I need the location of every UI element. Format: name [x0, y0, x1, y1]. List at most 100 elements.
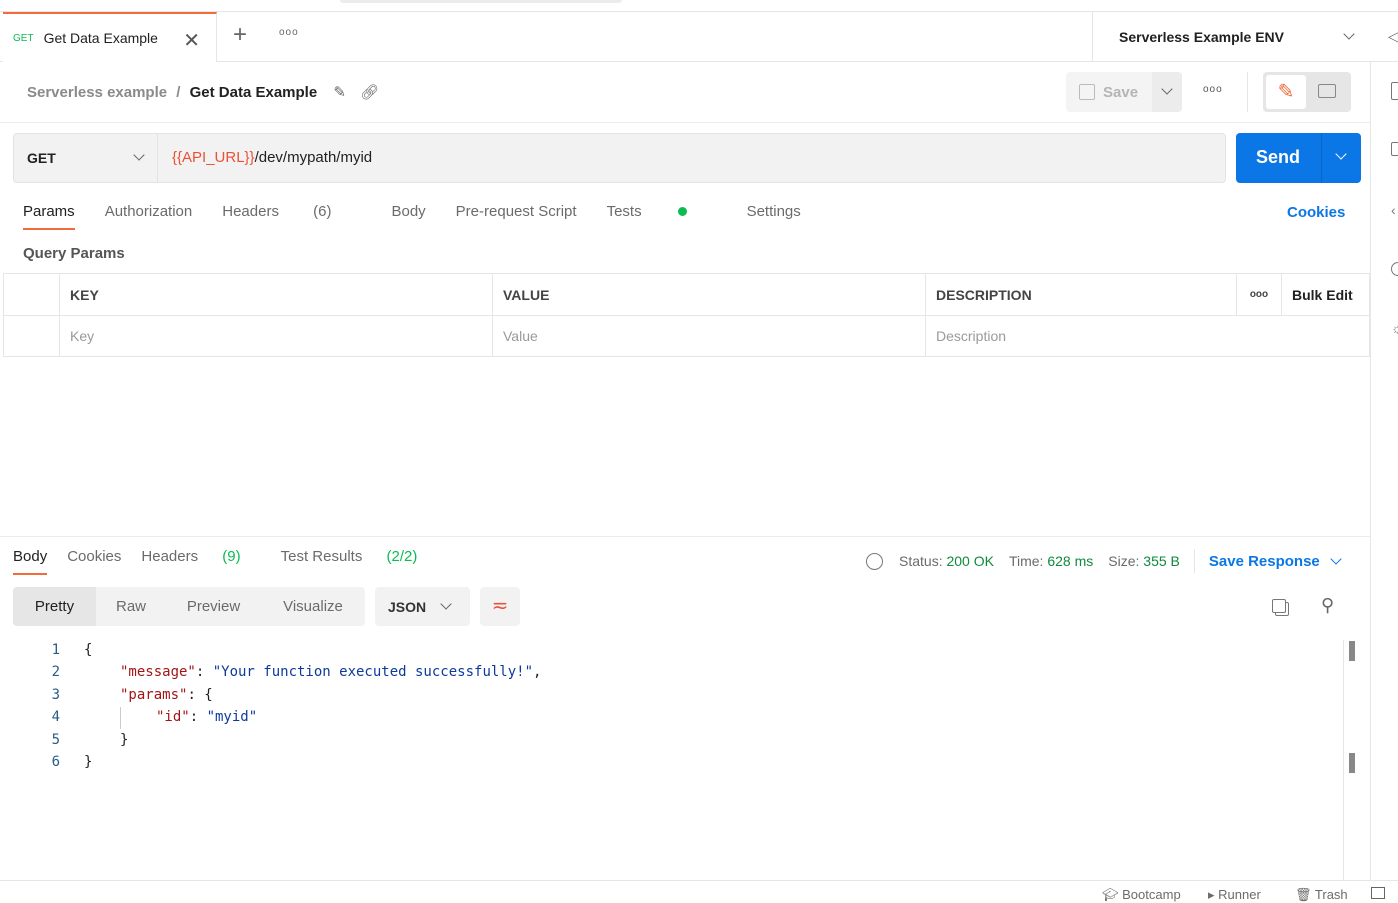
breadcrumb: Serverless example / Get Data Example ✎ …	[27, 83, 379, 101]
json-punct: : {	[187, 686, 213, 703]
response-tabs: Body Cookies Headers (9) Test Results (2…	[13, 548, 457, 575]
column-value: VALUE	[492, 273, 926, 316]
count: (2/2)	[386, 548, 418, 565]
chevron-down-icon	[440, 598, 452, 610]
tab-params[interactable]: Params	[23, 203, 75, 230]
row-checkbox	[3, 315, 60, 357]
scroll-track	[1343, 640, 1344, 880]
time-label: Time:	[1008, 553, 1044, 569]
tab-test-results[interactable]: Test Results (2/2)	[281, 548, 438, 575]
comment-mode-icon[interactable]	[1318, 84, 1336, 98]
tab-response-headers[interactable]: Headers (9)	[141, 548, 260, 575]
tab-response-cookies[interactable]: Cookies	[67, 548, 121, 575]
method-value: GET	[27, 150, 56, 166]
save-button[interactable]: Save	[1103, 84, 1138, 101]
breadcrumb-collection[interactable]: Serverless example	[27, 84, 167, 101]
time-value[interactable]: 628 ms	[1047, 553, 1093, 569]
tab-body[interactable]: Body	[391, 203, 425, 230]
line-number: 2	[51, 664, 60, 681]
json-string: "Your function executed successfully!"	[212, 664, 534, 681]
view-mode-selector: Pretty Raw Preview Visualize	[13, 587, 365, 626]
environment-selector[interactable]: Serverless Example ENV	[1092, 12, 1370, 62]
link-icon[interactable]: 🔗︎	[360, 84, 379, 101]
more-options-icon[interactable]: ooo	[1203, 84, 1223, 95]
url-variable: {{API_URL}}	[172, 149, 255, 166]
bootcamp-button[interactable]: 🎓︎ Bootcamp	[1102, 887, 1181, 903]
copy-icon[interactable]	[1272, 599, 1286, 613]
view-preview[interactable]: Preview	[166, 587, 261, 626]
two-pane-icon[interactable]	[1371, 887, 1385, 899]
documentation-icon[interactable]	[1391, 82, 1398, 100]
breadcrumb-separator: /	[176, 84, 181, 101]
edit-mode-pencil-icon[interactable]: ✎	[1266, 75, 1306, 109]
size-value[interactable]: 355 B	[1143, 553, 1180, 569]
comments-icon[interactable]	[1391, 142, 1398, 156]
bulk-edit-button[interactable]: Bulk Edit	[1281, 273, 1370, 316]
key-input[interactable]: Key	[59, 315, 493, 357]
json-punct: {	[84, 642, 93, 658]
right-sidebar: ‹ ☼	[1370, 62, 1398, 880]
column-description: DESCRIPTION	[925, 273, 1237, 316]
bulb-icon[interactable]: ☼	[1391, 320, 1398, 336]
tab-prerequest-script[interactable]: Pre-request Script	[456, 203, 577, 230]
status-label: Status:	[899, 553, 943, 569]
table-header-row: KEY VALUE DESCRIPTION ooo Bulk Edit	[3, 273, 1370, 316]
send-button[interactable]: Send	[1256, 147, 1300, 168]
tab-authorization[interactable]: Authorization	[105, 203, 193, 230]
url-input[interactable]: {{API_URL}}/dev/mypath/myid	[172, 149, 372, 166]
view-visualize[interactable]: Visualize	[261, 587, 365, 626]
close-icon[interactable]: ✕	[183, 28, 200, 53]
view-pretty[interactable]: Pretty	[13, 587, 96, 626]
description-input[interactable]: Description	[925, 315, 1370, 357]
tab-bar: GET Get Data Example ✕ + ooo Serverless …	[0, 11, 1398, 62]
breadcrumb-request: Get Data Example	[189, 84, 318, 101]
line-number: 6	[51, 754, 60, 770]
code-line: "message": "Your function executed succe…	[120, 664, 541, 680]
line-number: 4	[51, 709, 60, 726]
send-button-group: Send	[1236, 133, 1361, 183]
tab-headers-label: Headers	[222, 203, 279, 220]
format-value: JSON	[388, 599, 427, 615]
wrap-lines-icon[interactable]: ≂	[480, 587, 520, 626]
mode-toggle: ✎	[1263, 72, 1351, 112]
format-select[interactable]: JSON	[375, 587, 470, 626]
send-dropdown-button[interactable]	[1322, 133, 1361, 183]
label: Test Results	[280, 548, 363, 565]
chevron-down-icon	[1343, 28, 1355, 40]
tab-tests[interactable]: Tests	[607, 203, 717, 230]
more-columns-icon[interactable]: ooo	[1236, 273, 1282, 316]
request-tabs: Params Authorization Headers (6) Body Pr…	[23, 203, 831, 230]
runner-button[interactable]: ▸ Runner	[1208, 887, 1261, 903]
value-input[interactable]: Value	[492, 315, 926, 357]
tab-get-data-example[interactable]: GET Get Data Example ✕	[3, 12, 217, 62]
save-icon	[1079, 84, 1095, 100]
edit-pencil-icon[interactable]: ✎	[333, 84, 346, 101]
code-icon[interactable]: ‹	[1391, 202, 1396, 218]
search-icon[interactable]: ⚲	[1321, 595, 1334, 616]
eye-icon[interactable]: ◁	[1388, 28, 1398, 45]
label: Headers	[141, 548, 199, 565]
method-select[interactable]: GET	[14, 134, 158, 182]
scrollbar-thumb[interactable]	[1349, 641, 1355, 661]
json-punct: }	[120, 731, 129, 748]
new-tab-plus-icon[interactable]: +	[233, 21, 247, 49]
column-key: KEY	[59, 273, 493, 316]
divider	[1247, 72, 1248, 112]
pane-divider[interactable]	[0, 536, 1370, 537]
view-raw[interactable]: Raw	[96, 587, 166, 626]
save-response-button[interactable]: Save Response	[1209, 553, 1320, 570]
cookies-link[interactable]: Cookies	[1287, 204, 1345, 221]
save-dropdown-button[interactable]	[1152, 72, 1182, 112]
globe-icon[interactable]	[866, 552, 883, 570]
tab-settings[interactable]: Settings	[747, 203, 801, 230]
trash-button[interactable]: 🗑︎ Trash	[1295, 887, 1348, 903]
status-value[interactable]: 200 OK	[946, 553, 993, 569]
more-tabs-icon[interactable]: ooo	[279, 27, 299, 38]
tab-response-body[interactable]: Body	[13, 548, 48, 575]
line-number: 3	[51, 686, 60, 703]
info-icon[interactable]	[1391, 262, 1398, 276]
tab-title: Get Data Example	[43, 30, 158, 46]
json-key: "params"	[120, 686, 188, 703]
tab-headers[interactable]: Headers (6)	[222, 203, 361, 230]
scrollbar-marker	[1349, 753, 1355, 773]
